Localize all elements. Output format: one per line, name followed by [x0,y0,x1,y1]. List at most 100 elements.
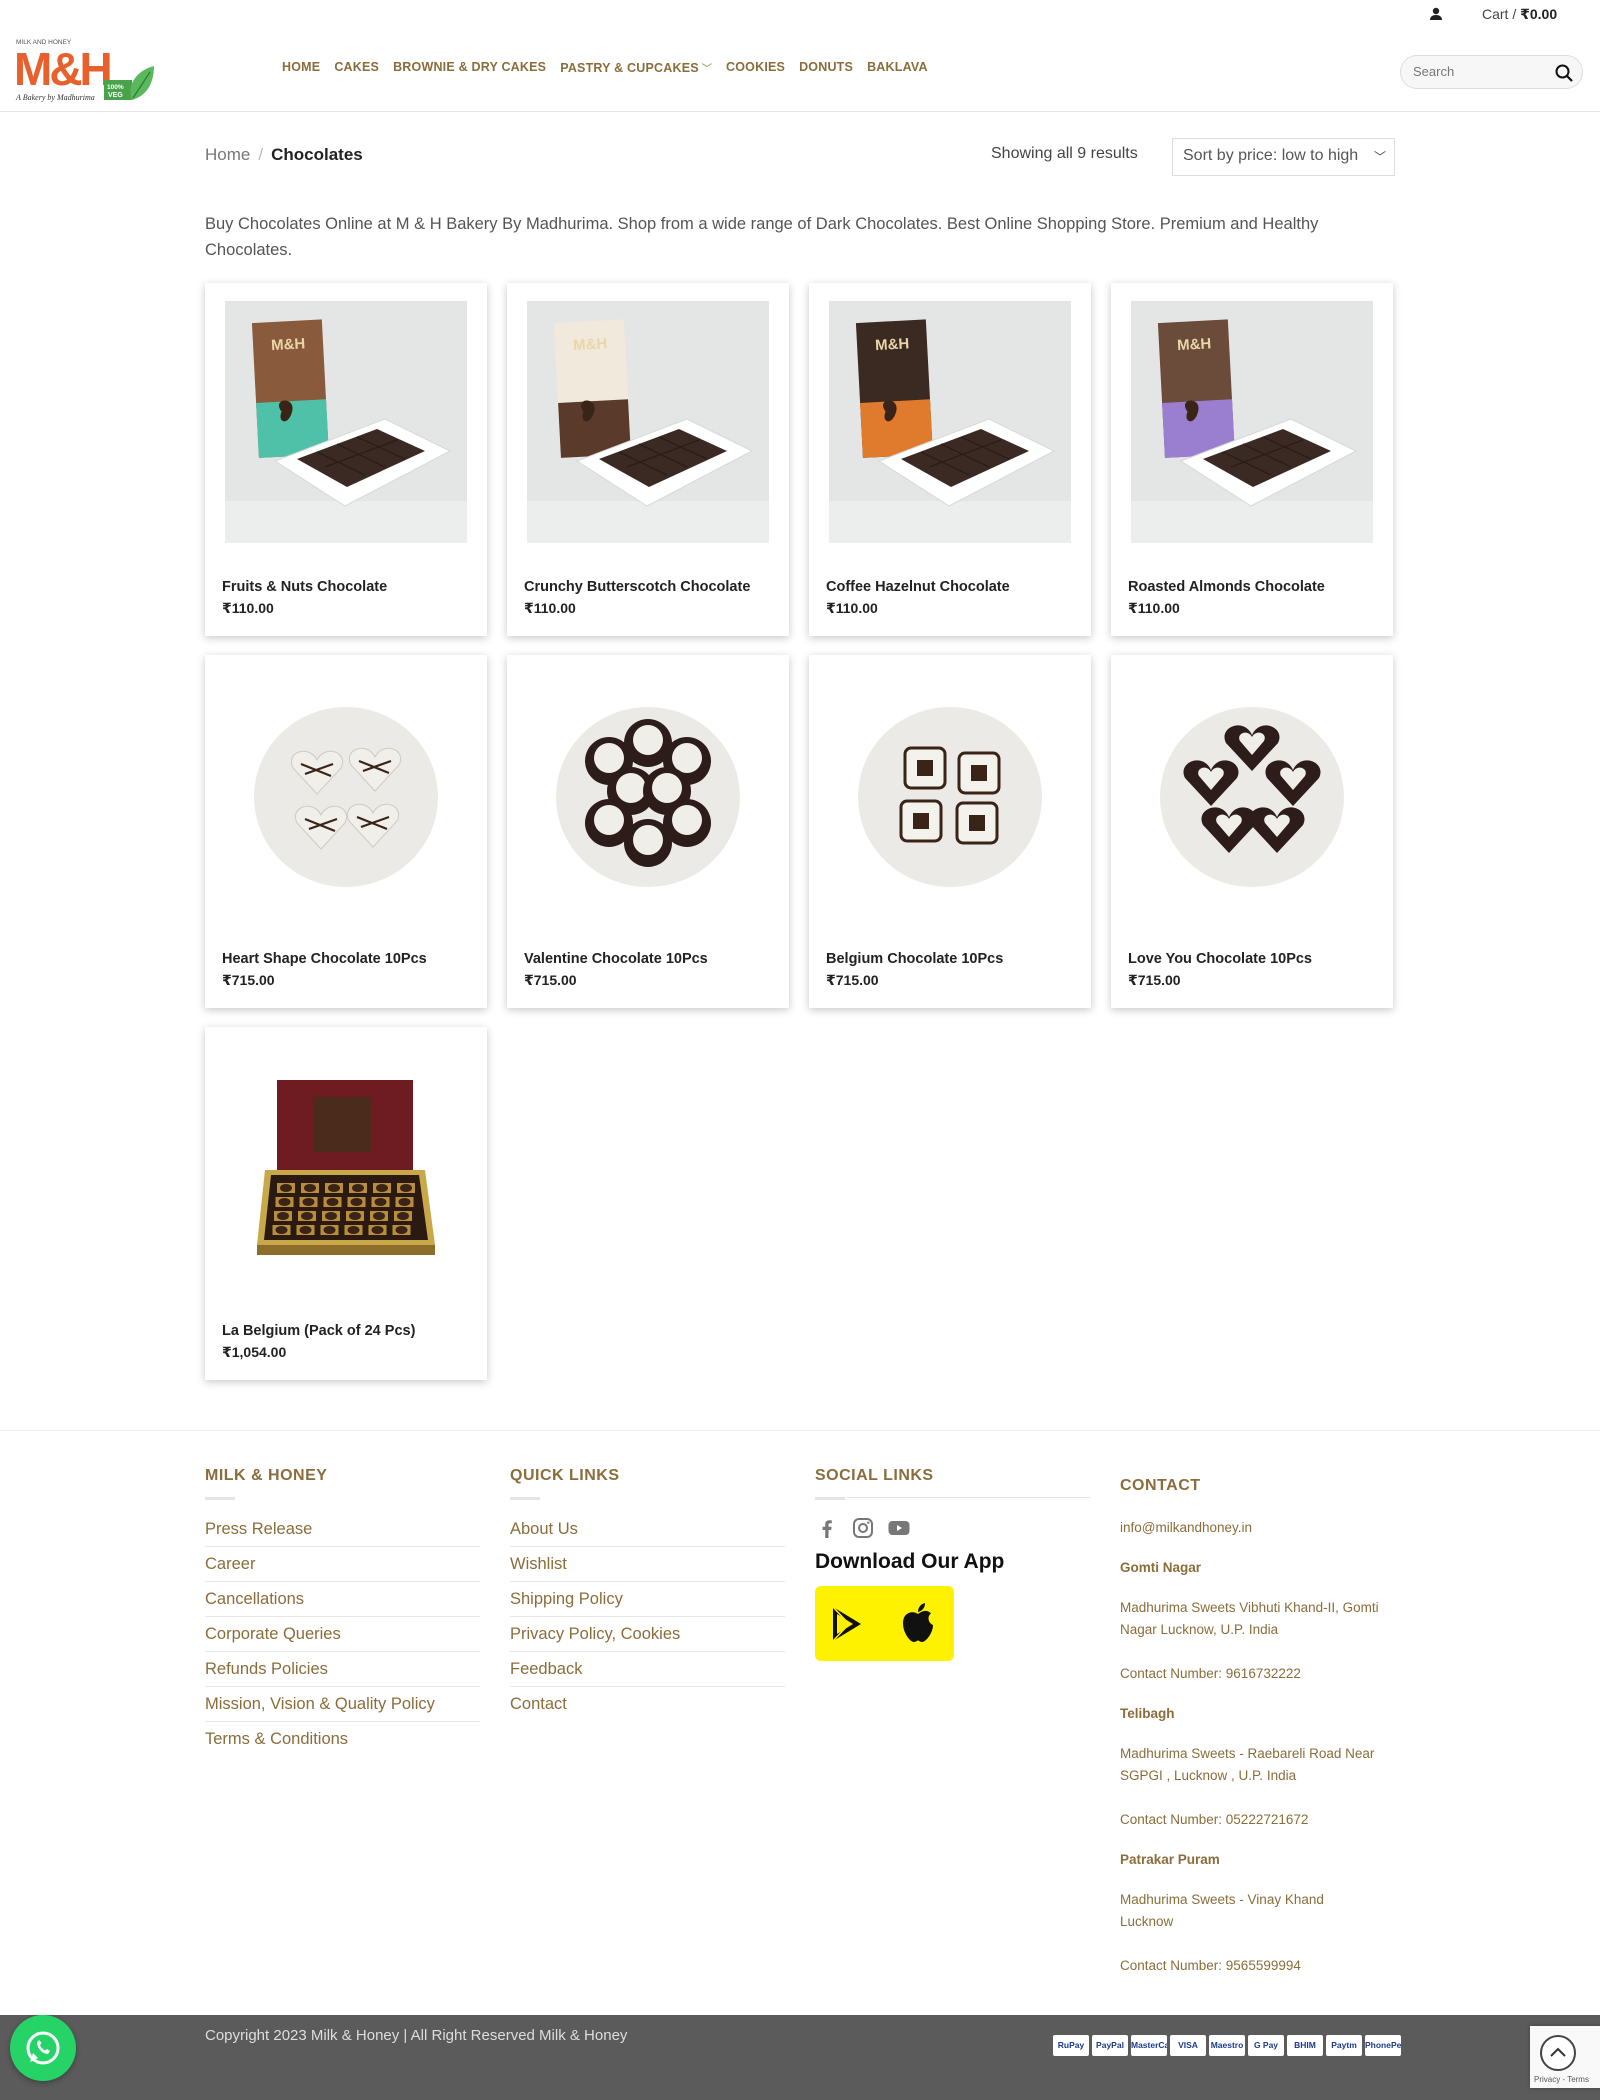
nav-cakes[interactable]: CAKES [334,60,379,75]
footer-link[interactable]: About Us [510,1512,785,1547]
product-card[interactable]: La Belgium (Pack of 24 Pcs) ₹1,054.00 [205,1027,487,1380]
product-image[interactable]: M&H [1131,301,1373,543]
product-card[interactable]: Belgium Chocolate 10Pcs ₹715.00 [809,655,1091,1008]
contact-location: Gomti Nagar Madhurima Sweets Vibhuti Kha… [1120,1557,1380,1685]
product-name[interactable]: Fruits & Nuts Chocolate [222,579,387,595]
instagram-icon[interactable] [851,1516,875,1540]
payment-methods: RuPayPayPalMasterCardVISAMaestroG PayBHI… [1053,2035,1401,2056]
footer-link[interactable]: Privacy Policy, Cookies [510,1617,785,1652]
svg-text:M&H: M&H [573,335,608,354]
payment-method-badge: G Pay [1248,2035,1284,2056]
footer-link[interactable]: Press Release [205,1512,480,1547]
apple-icon[interactable] [900,1602,936,1644]
footer-link[interactable]: Wishlist [510,1547,785,1582]
footer-link[interactable]: Refunds Policies [205,1652,480,1687]
product-card[interactable]: Love You Chocolate 10Pcs ₹715.00 [1111,655,1393,1008]
product-image[interactable] [829,673,1071,915]
svg-text:M&H: M&H [14,43,111,95]
cart-total: ₹0.00 [1520,6,1558,22]
product-price: ₹715.00 [222,972,275,988]
product-image[interactable]: M&H [527,301,769,543]
chevron-down-icon: ﹀ [1373,150,1386,164]
footer-link[interactable]: Contact [510,1687,785,1721]
nav-pastry-cupcakes: PASTRY & CUPCAKES [560,61,699,75]
footer-divider [205,1497,235,1500]
google-play-icon[interactable] [827,1604,867,1644]
footer-link[interactable]: Terms & Conditions [205,1722,480,1756]
footer-link[interactable]: Cancellations [205,1582,480,1617]
sort-selected: Sort by price: low to high [1183,147,1359,164]
cart-label: Cart / [1482,6,1517,22]
svg-text:M&H: M&H [271,335,306,354]
product-card[interactable]: M&H Roasted Almonds Chocolate ₹110.00 [1111,283,1393,636]
whatsapp-chat-button[interactable] [10,2015,76,2081]
nav-home[interactable]: HOME [282,60,320,75]
location-name: Patrakar Puram [1120,1852,1220,1867]
product-image[interactable] [527,673,769,915]
nav-donuts[interactable]: DONUTS [799,60,853,75]
search-input[interactable] [1413,64,1553,79]
product-image[interactable] [1131,673,1373,915]
product-card[interactable]: M&H Coffee Hazelnut Chocolate ₹110.00 [809,283,1091,636]
copyright-text: Copyright 2023 Milk & Honey | All Right … [205,2027,628,2044]
footer-social-rule [847,1497,1090,1498]
product-image[interactable]: M&H [829,301,1071,543]
facebook-icon[interactable] [815,1516,839,1540]
contact-email[interactable]: info@milkandhoney.in [1120,1517,1380,1539]
bottom-bar: Copyright 2023 Milk & Honey | All Right … [0,2015,1600,2100]
product-name[interactable]: Crunchy Butterscotch Chocolate [524,579,750,595]
sort-select[interactable]: Sort by price: low to high ﹀ [1172,138,1395,176]
product-name[interactable]: Love You Chocolate 10Pcs [1128,951,1312,967]
footer-col-company: MILK & HONEY Press Release Career Cancella… [205,1467,480,1756]
nav-brownie-dry-cakes[interactable]: BROWNIE & DRY CAKES [393,60,546,75]
product-image[interactable] [225,1045,467,1287]
cart-link[interactable]: Cart / ₹0.00 [1482,6,1557,23]
search-icon[interactable] [1554,63,1574,83]
product-name[interactable]: Roasted Almonds Chocolate [1128,579,1325,595]
location-name: Gomti Nagar [1120,1560,1202,1575]
breadcrumb-home[interactable]: Home [205,145,250,164]
product-name[interactable]: Heart Shape Chocolate 10Pcs [222,951,427,967]
product-name[interactable]: Belgium Chocolate 10Pcs [826,951,1003,967]
nav-pastry-cupcakes-wrap[interactable]: PASTRY & CUPCAKES ﹀ [560,60,712,75]
product-card[interactable]: M&H Fruits & Nuts Chocolate ₹110.00 [205,283,487,636]
footer-title-company: MILK & HONEY [205,1467,328,1484]
footer-link[interactable]: Career [205,1547,480,1582]
location-phone[interactable]: Contact Number: 9616732222 [1120,1663,1380,1685]
location-phone[interactable]: Contact Number: 9565599994 [1120,1955,1380,1977]
product-card[interactable]: Valentine Chocolate 10Pcs ₹715.00 [507,655,789,1008]
footer-col-contact: CONTACT info@milkandhoney.in Gomti Nagar… [1120,1477,1380,1977]
footer-link[interactable]: Corporate Queries [205,1617,480,1652]
footer-col-social: SOCIAL LINKS Download Our App [815,1467,1090,1661]
youtube-icon[interactable] [887,1516,911,1540]
product-price: ₹715.00 [524,972,577,988]
svg-text:M&H: M&H [875,335,910,354]
category-description: Buy Chocolates Online at M & H Bakery By… [205,215,1319,259]
product-image[interactable]: M&H [225,301,467,543]
svg-text:M&H: M&H [1177,335,1212,354]
product-card[interactable]: Heart Shape Chocolate 10Pcs ₹715.00 [205,655,487,1008]
product-image[interactable] [225,673,467,915]
footer-link[interactable]: Feedback [510,1652,785,1687]
site-header: MILK AND HONEY M&H A Bakery by Madhurima… [0,30,1600,112]
product-card[interactable]: M&H Crunchy Butterscotch Chocolate ₹110.… [507,283,789,636]
nav-baklava[interactable]: BAKLAVA [867,60,928,75]
nav-cookies[interactable]: COOKIES [726,60,785,75]
footer-link[interactable]: Mission, Vision & Quality Policy [205,1687,480,1722]
product-name[interactable]: La Belgium (Pack of 24 Pcs) [222,1323,415,1339]
footer-links-quick: About Us Wishlist Shipping Policy Privacy P… [510,1512,785,1721]
product-name[interactable]: Coffee Hazelnut Chocolate [826,579,1010,595]
breadcrumb: Home / Chocolates [205,145,363,165]
footer-link[interactable]: Shipping Policy [510,1582,785,1617]
contact-locations: Gomti Nagar Madhurima Sweets Vibhuti Kha… [1120,1557,1380,1977]
user-account-icon[interactable] [1428,6,1444,22]
product-price: ₹110.00 [1128,600,1180,616]
product-name[interactable]: Valentine Chocolate 10Pcs [524,951,708,967]
site-logo[interactable]: MILK AND HONEY M&H A Bakery by Madhurima… [14,34,160,108]
back-to-top-button[interactable] [1540,2035,1576,2071]
product-price: ₹715.00 [826,972,879,988]
product-price: ₹1,054.00 [222,1344,287,1360]
location-phone[interactable]: Contact Number: 05222721672 [1120,1809,1380,1831]
top-bar: Cart / ₹0.00 [0,0,1600,30]
product-price: ₹715.00 [1128,972,1181,988]
